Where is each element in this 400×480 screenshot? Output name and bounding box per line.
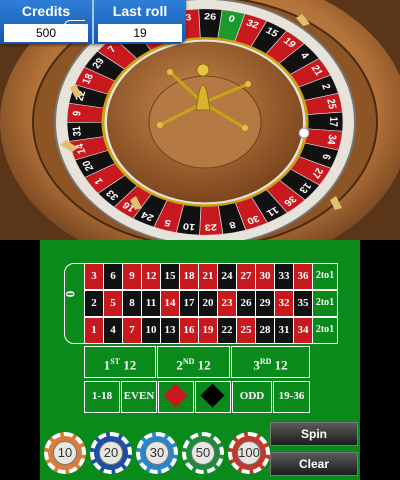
bet-cell-9[interactable]: 9 (122, 263, 142, 290)
bet-red[interactable] (158, 381, 194, 413)
wheel-number-25: 25 (324, 98, 338, 110)
bet-column-3[interactable]: 2to1 (312, 263, 338, 290)
chip-50-label: 50 (191, 441, 215, 465)
chip-30-label: 30 (145, 441, 169, 465)
bet-cell-28[interactable]: 28 (255, 317, 275, 344)
roulette-wheel-area: 0 32 15 19 4 21 2 25 17 34 6 27 13 36 11 30 8 23 10 5 24 16 33… (0, 0, 400, 240)
bet-cell-26[interactable]: 26 (236, 290, 256, 317)
bet-cell-33[interactable]: 33 (274, 263, 294, 290)
wheel-number-26: 26 (204, 12, 217, 22)
bet-cell-14[interactable]: 14 (160, 290, 180, 317)
bet-cell-1[interactable]: 1 (84, 317, 104, 344)
chip-20-label: 20 (99, 441, 123, 465)
wheel-number-34: 34 (324, 134, 338, 146)
bet-column-2[interactable]: 2to1 (312, 290, 338, 317)
credits-value: 500 (4, 24, 88, 42)
chip-50[interactable]: 50 (182, 432, 224, 474)
chip-30[interactable]: 30 (136, 432, 178, 474)
chip-20[interactable]: 20 (90, 432, 132, 474)
bet-cell-21[interactable]: 21 (198, 263, 218, 290)
last-roll-label: Last roll (112, 3, 168, 19)
bet-cell-12[interactable]: 12 (141, 263, 161, 290)
chip-100[interactable]: 100 (228, 432, 270, 474)
chip-10[interactable]: 10 (44, 432, 86, 474)
bet-cell-3[interactable]: 3 (84, 263, 104, 290)
bet-cell-8[interactable]: 8 (122, 290, 142, 317)
bet-cell-6[interactable]: 6 (103, 263, 123, 290)
bet-cell-20[interactable]: 20 (198, 290, 218, 317)
bet-cell-18[interactable]: 18 (179, 263, 199, 290)
bet-cell-30[interactable]: 30 (255, 263, 275, 290)
last-roll-box: Last roll 19 (94, 0, 186, 44)
black-diamond-icon (200, 383, 225, 408)
bet-cell-2[interactable]: 2 (84, 290, 104, 317)
chip-100-label: 100 (237, 441, 261, 465)
bet-high[interactable]: 19-36 (273, 381, 310, 413)
bet-cell-4[interactable]: 4 (103, 317, 123, 344)
bet-cell-22[interactable]: 22 (217, 317, 237, 344)
bet-cell-17[interactable]: 17 (179, 290, 199, 317)
bet-cell-24[interactable]: 24 (217, 263, 237, 290)
bet-cell-10[interactable]: 10 (141, 317, 161, 344)
bet-cell-zero[interactable]: 0 (62, 263, 85, 344)
clear-button[interactable]: Clear (270, 452, 358, 476)
spin-button[interactable]: Spin (270, 422, 358, 446)
roulette-ball (298, 127, 310, 139)
bet-cell-25[interactable]: 25 (236, 317, 256, 344)
bet-first-dozen[interactable]: 1ST 12 (84, 346, 156, 378)
bet-cell-23[interactable]: 23 (217, 290, 237, 317)
bet-cell-15[interactable]: 15 (160, 263, 180, 290)
zero-cap (64, 20, 85, 26)
last-roll-value: 19 (98, 24, 182, 42)
bet-cell-19[interactable]: 19 (198, 317, 218, 344)
bet-cell-32[interactable]: 32 (274, 290, 294, 317)
chip-10-label: 10 (53, 441, 77, 465)
bet-cell-11[interactable]: 11 (141, 290, 161, 317)
bet-cell-36[interactable]: 36 (293, 263, 313, 290)
wheel-number-10: 10 (182, 220, 196, 231)
bet-cell-27[interactable]: 27 (236, 263, 256, 290)
bet-low[interactable]: 1-18 (84, 381, 120, 413)
bet-black[interactable] (195, 381, 231, 413)
bet-third-dozen[interactable]: 3RD 12 (231, 346, 310, 378)
bet-cell-35[interactable]: 35 (293, 290, 313, 317)
bet-cell-7[interactable]: 7 (122, 317, 142, 344)
bet-cell-31[interactable]: 31 (274, 317, 294, 344)
bet-second-dozen[interactable]: 2ND 12 (157, 346, 230, 378)
credits-label: Credits (21, 3, 71, 19)
bet-odd[interactable]: ODD (232, 381, 272, 413)
bet-cell-5[interactable]: 5 (103, 290, 123, 317)
bet-column-1[interactable]: 2to1 (312, 317, 338, 344)
bet-cell-29[interactable]: 29 (255, 290, 275, 317)
bet-even[interactable]: EVEN (121, 381, 157, 413)
stats-panel: Credits 500 Last roll 19 (0, 0, 186, 44)
wheel-number-31: 31 (71, 125, 84, 136)
wheel-number-17: 17 (327, 117, 339, 127)
bet-cell-34[interactable]: 34 (293, 317, 313, 344)
red-diamond-icon (163, 383, 188, 408)
bet-cell-13[interactable]: 13 (160, 317, 180, 344)
bet-cell-16[interactable]: 16 (179, 317, 199, 344)
wheel-number-23: 23 (204, 222, 217, 232)
